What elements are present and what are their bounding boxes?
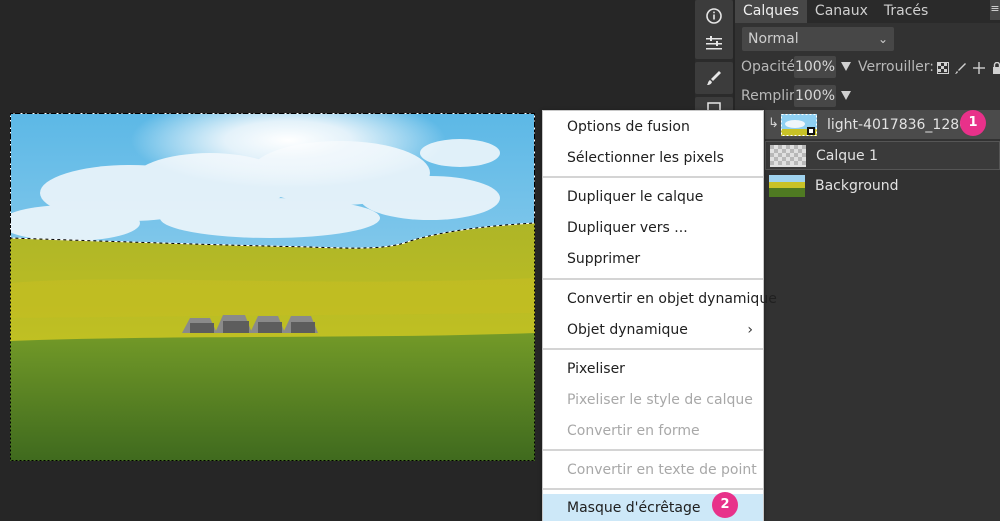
- menu-item-rasterize-style: Pixeliser le style de calque: [567, 392, 753, 408]
- transparent-thumbnail: [770, 144, 806, 167]
- menu-item-convert-shape: Convertir en forme: [567, 423, 700, 439]
- layers-panel: Calques Canaux Tracés ≡ Normal ⌄ Opacité…: [735, 0, 1000, 521]
- lock-options: [936, 58, 1000, 78]
- panel-menu-icon[interactable]: ≡: [990, 0, 1000, 20]
- tab-paths[interactable]: Tracés: [876, 0, 936, 23]
- lock-paint-icon[interactable]: [954, 62, 967, 75]
- menu-item-duplicate-layer[interactable]: Dupliquer le calque: [543, 183, 763, 211]
- layer-row[interactable]: Calque 1: [765, 141, 1000, 170]
- menu-item-blending-options[interactable]: Options de fusion: [543, 113, 763, 141]
- lock-all-icon[interactable]: [990, 61, 1000, 75]
- tab-channels[interactable]: Canaux: [807, 0, 876, 23]
- menu-item-smart-object[interactable]: Objet dynamique ›: [543, 316, 763, 344]
- menu-separator: [543, 176, 763, 178]
- layer-name: Background: [815, 177, 899, 194]
- menu-item-convert-point-text: Convertir en texte de point: [567, 462, 757, 478]
- layer-name: light-4017836_1280: [827, 116, 969, 133]
- chevron-right-icon: ›: [747, 322, 753, 338]
- menu-separator: [543, 449, 763, 451]
- canvas-image[interactable]: [10, 113, 535, 461]
- blend-mode-select[interactable]: Normal ⌄: [742, 27, 894, 51]
- menu-separator: [543, 488, 763, 490]
- clipping-arrow-icon: ↳: [768, 116, 779, 131]
- lock-transparency-icon[interactable]: [936, 61, 949, 75]
- layer-thumbnail: [769, 174, 805, 197]
- adjustments-button[interactable]: [695, 27, 733, 59]
- menu-separator: [543, 348, 763, 350]
- menu-item-label: Objet dynamique: [567, 322, 688, 338]
- opacity-label: Opacité:: [741, 59, 800, 75]
- layer-row[interactable]: Background: [765, 171, 1000, 200]
- opacity-dropdown-icon[interactable]: [841, 62, 851, 71]
- fill-label: Remplir:: [741, 88, 800, 104]
- opacity-input[interactable]: 100%: [794, 56, 836, 78]
- step-badge: 2: [712, 492, 738, 518]
- fill-input[interactable]: 100%: [794, 85, 836, 107]
- panel-tabs: Calques Canaux Tracés: [735, 0, 1000, 23]
- landscape-image: [10, 113, 535, 461]
- step-badge: 1: [960, 110, 986, 136]
- layer-name: Calque 1: [816, 147, 878, 164]
- menu-item-duplicate-to[interactable]: Dupliquer vers ...: [543, 214, 763, 242]
- fill-dropdown-icon[interactable]: [841, 91, 851, 100]
- chevron-down-icon: ⌄: [877, 32, 888, 46]
- menu-separator: [543, 278, 763, 280]
- menu-item-convert-smart-object[interactable]: Convertir en objet dynamique: [543, 285, 777, 313]
- lock-position-icon[interactable]: [972, 61, 985, 75]
- layer-thumbnail: [781, 113, 817, 136]
- tab-layers[interactable]: Calques: [735, 0, 807, 23]
- brush-icon: [707, 71, 721, 85]
- lock-label: Verrouiller:: [858, 59, 935, 75]
- tool-strip: [695, 0, 733, 115]
- blend-mode-value: Normal: [748, 31, 799, 47]
- menu-item-rasterize[interactable]: Pixeliser: [543, 355, 763, 383]
- brush-settings-button[interactable]: [695, 62, 733, 94]
- menu-item-select-pixels[interactable]: Sélectionner les pixels: [543, 144, 763, 172]
- sliders-icon: [706, 36, 722, 50]
- context-menu: Options de fusion Sélectionner les pixel…: [542, 110, 777, 521]
- info-icon: [706, 8, 722, 24]
- menu-item-delete[interactable]: Supprimer: [543, 245, 763, 273]
